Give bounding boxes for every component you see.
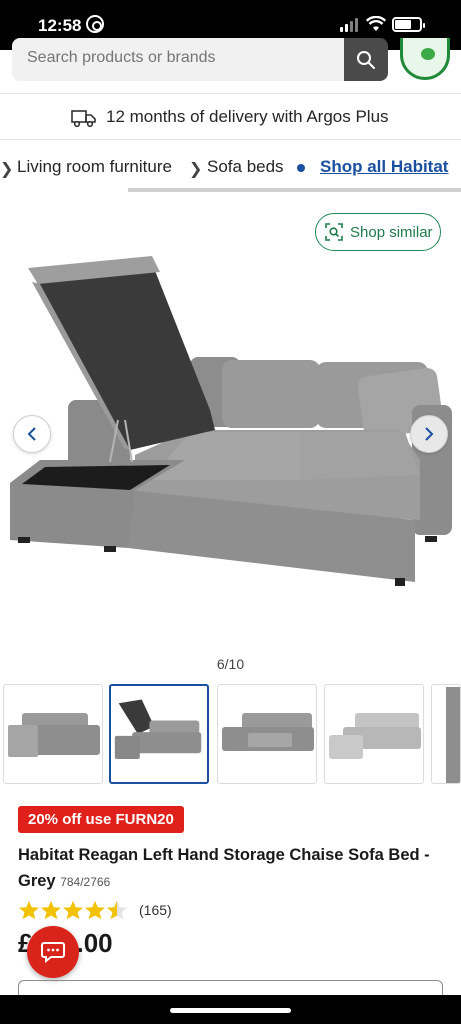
previous-image-button[interactable] <box>13 415 51 453</box>
star-icon <box>85 900 105 920</box>
breadcrumb-scrollbar[interactable] <box>128 188 461 192</box>
search-box <box>12 38 344 81</box>
truck-icon <box>71 110 96 128</box>
product-title: Habitat Reagan Left Hand Storage Chaise … <box>18 842 448 895</box>
price-suffix: .00 <box>76 928 113 958</box>
image-counter: 6/10 <box>216 656 245 672</box>
delivery-banner[interactable]: 12 months of delivery with Argos Plus <box>0 94 461 140</box>
chevron-right-icon: ❯ <box>189 161 203 178</box>
thumbnail-2[interactable] <box>109 684 209 784</box>
chat-icon <box>41 942 65 963</box>
chevron-right-icon <box>425 427 434 441</box>
chevron-right-icon: ❯ <box>0 161 14 178</box>
signal-icon <box>340 18 360 32</box>
thumbnail-3[interactable] <box>217 684 317 784</box>
thumbnail-1[interactable] <box>3 684 103 784</box>
half-star-icon <box>107 900 127 920</box>
next-image-button[interactable] <box>410 415 448 453</box>
status-time: 12:58 <box>38 16 82 35</box>
star-icon <box>19 900 39 920</box>
review-count[interactable]: (165) <box>139 902 172 918</box>
chevron-left-icon <box>27 427 36 441</box>
thumbnail-strip <box>0 684 461 786</box>
search-icon <box>357 50 375 69</box>
promo-badge: 20% off use FURN20 <box>18 806 184 833</box>
wifi-icon <box>366 16 386 31</box>
visual-search-icon <box>325 223 343 241</box>
battery-icon <box>392 17 425 32</box>
shop-similar-label: Shop similar <box>350 223 433 241</box>
breadcrumb-item-living-room[interactable]: Living room furniture <box>17 157 172 177</box>
star-icon <box>41 900 61 920</box>
star-icon <box>63 900 83 920</box>
shop-all-link[interactable]: Shop all Habitat <box>320 157 448 177</box>
delivery-text: 12 months of delivery with Argos Plus <box>106 107 389 126</box>
search-button[interactable] <box>344 38 388 81</box>
search-input[interactable] <box>27 49 327 67</box>
whatsapp-icon <box>86 15 104 33</box>
account-avatar[interactable] <box>400 38 450 80</box>
product-image <box>10 256 452 586</box>
rating-stars[interactable] <box>18 900 128 920</box>
shop-similar-button[interactable]: Shop similar <box>315 213 441 251</box>
home-indicator[interactable] <box>170 1008 291 1013</box>
thumbnail-5[interactable] <box>431 684 461 784</box>
product-sku: 784/2766 <box>60 875 111 889</box>
search-bar <box>0 38 461 94</box>
breadcrumb: ❯ Living room furniture ❯ Sofa beds Shop… <box>0 140 461 192</box>
home-bar <box>0 995 461 1024</box>
breadcrumb-item-sofa-beds[interactable]: Sofa beds <box>207 157 284 177</box>
thumbnail-4[interactable] <box>324 684 424 784</box>
chat-button[interactable] <box>27 926 79 978</box>
bullet-dot <box>297 164 305 172</box>
